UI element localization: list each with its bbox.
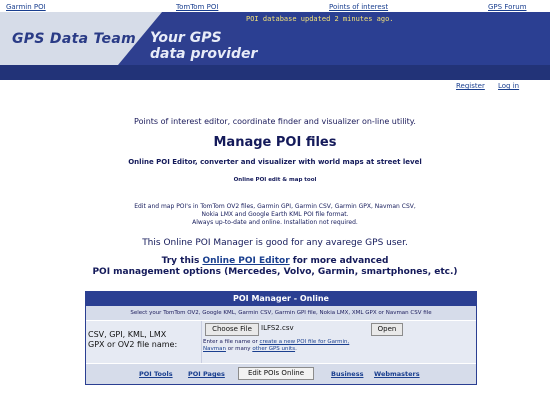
update-notice: POI database updated 2 minutes ago.	[246, 15, 394, 23]
hint-suffix: .	[295, 346, 297, 352]
webmasters-link[interactable]: Webmasters	[374, 370, 420, 378]
header-banner: GPS Data Team Your GPS data provider POI…	[0, 12, 550, 80]
try-text-line2: POI management options (Mercedes, Volvo,…	[92, 267, 458, 277]
row-divider	[201, 321, 202, 363]
page-subtitle-small: Online POI edit & map tool	[233, 177, 317, 183]
file-label: CSV, GPI, KML, LMX GPX or OV2 file name:	[88, 330, 177, 350]
page-title: Manage POI files	[213, 135, 337, 150]
intro-text: Points of interest editor, coordinate fi…	[134, 117, 416, 126]
top-link-bar: Garmin POI TomTom POI Points of interest…	[0, 0, 550, 12]
link-points-of-interest[interactable]: Points of interest	[329, 3, 388, 11]
poi-tools-link[interactable]: POI Tools	[139, 370, 173, 378]
try-suffix: for more advanced	[289, 256, 389, 266]
poi-pages-link[interactable]: POI Pages	[188, 370, 225, 378]
tagline-line1: Your GPS	[150, 30, 222, 46]
file-label-line1: CSV, GPI, KML, LMX	[88, 330, 167, 339]
register-link[interactable]: Register	[456, 82, 485, 90]
file-hint: Enter a file name or create a new POI fi…	[203, 339, 349, 353]
create-poi-garmin-link[interactable]: create a new POI file for Garmin,	[259, 339, 349, 345]
hint-mid: or many	[225, 346, 253, 352]
poi-manager-panel: POI Manager - Online Select your TomTom …	[85, 291, 477, 385]
description-line: Edit and map POI's in TomTom OV2 files, …	[134, 203, 416, 210]
try-prefix: Try this	[161, 256, 203, 266]
panel-footer: POI Tools POI Pages Edit POIs Online Bus…	[86, 364, 476, 384]
good-for-text: This Online POI Manager is good for any …	[142, 238, 408, 248]
page-subtitle: Online POI Editor, converter and visuali…	[128, 158, 422, 166]
description-line: Always up-to-date and online. Installati…	[192, 219, 358, 226]
panel-description: Select your TomTom OV2, Google KML, Garm…	[86, 306, 476, 320]
navman-link[interactable]: Navman	[203, 346, 226, 352]
selected-file-name: ILFS2.csv	[261, 324, 294, 332]
description: Edit and map POI's in TomTom OV2 files, …	[0, 203, 550, 227]
edit-pois-online-button[interactable]: Edit POIs Online	[238, 367, 314, 380]
file-row: CSV, GPI, KML, LMX GPX or OV2 file name:…	[86, 321, 476, 363]
link-gps-forum[interactable]: GPS Forum	[488, 3, 527, 11]
business-link[interactable]: Business	[331, 370, 363, 378]
panel-header: POI Manager - Online	[86, 292, 476, 306]
site-logo[interactable]: GPS Data Team	[12, 31, 136, 47]
link-tomtom-poi[interactable]: TomTom POI	[176, 3, 218, 11]
hint-prefix: Enter a file name or	[203, 339, 260, 345]
try-text: Try this Online POI Editor for more adva…	[0, 256, 550, 266]
login-link[interactable]: Log in	[498, 82, 519, 90]
choose-file-button[interactable]: Choose File	[205, 323, 259, 336]
file-label-line2: GPX or OV2 file name:	[88, 340, 178, 349]
link-garmin-poi[interactable]: Garmin POI	[6, 3, 46, 11]
open-button[interactable]: Open	[371, 323, 403, 336]
tagline: Your GPS data provider	[150, 30, 257, 62]
description-line: Nokia LMX and Google Earth KML POI file …	[201, 211, 349, 218]
other-gps-units-link[interactable]: other GPS units	[252, 346, 295, 352]
online-poi-editor-link[interactable]: Online POI Editor	[202, 256, 289, 266]
tagline-line2: data provider	[150, 46, 258, 62]
